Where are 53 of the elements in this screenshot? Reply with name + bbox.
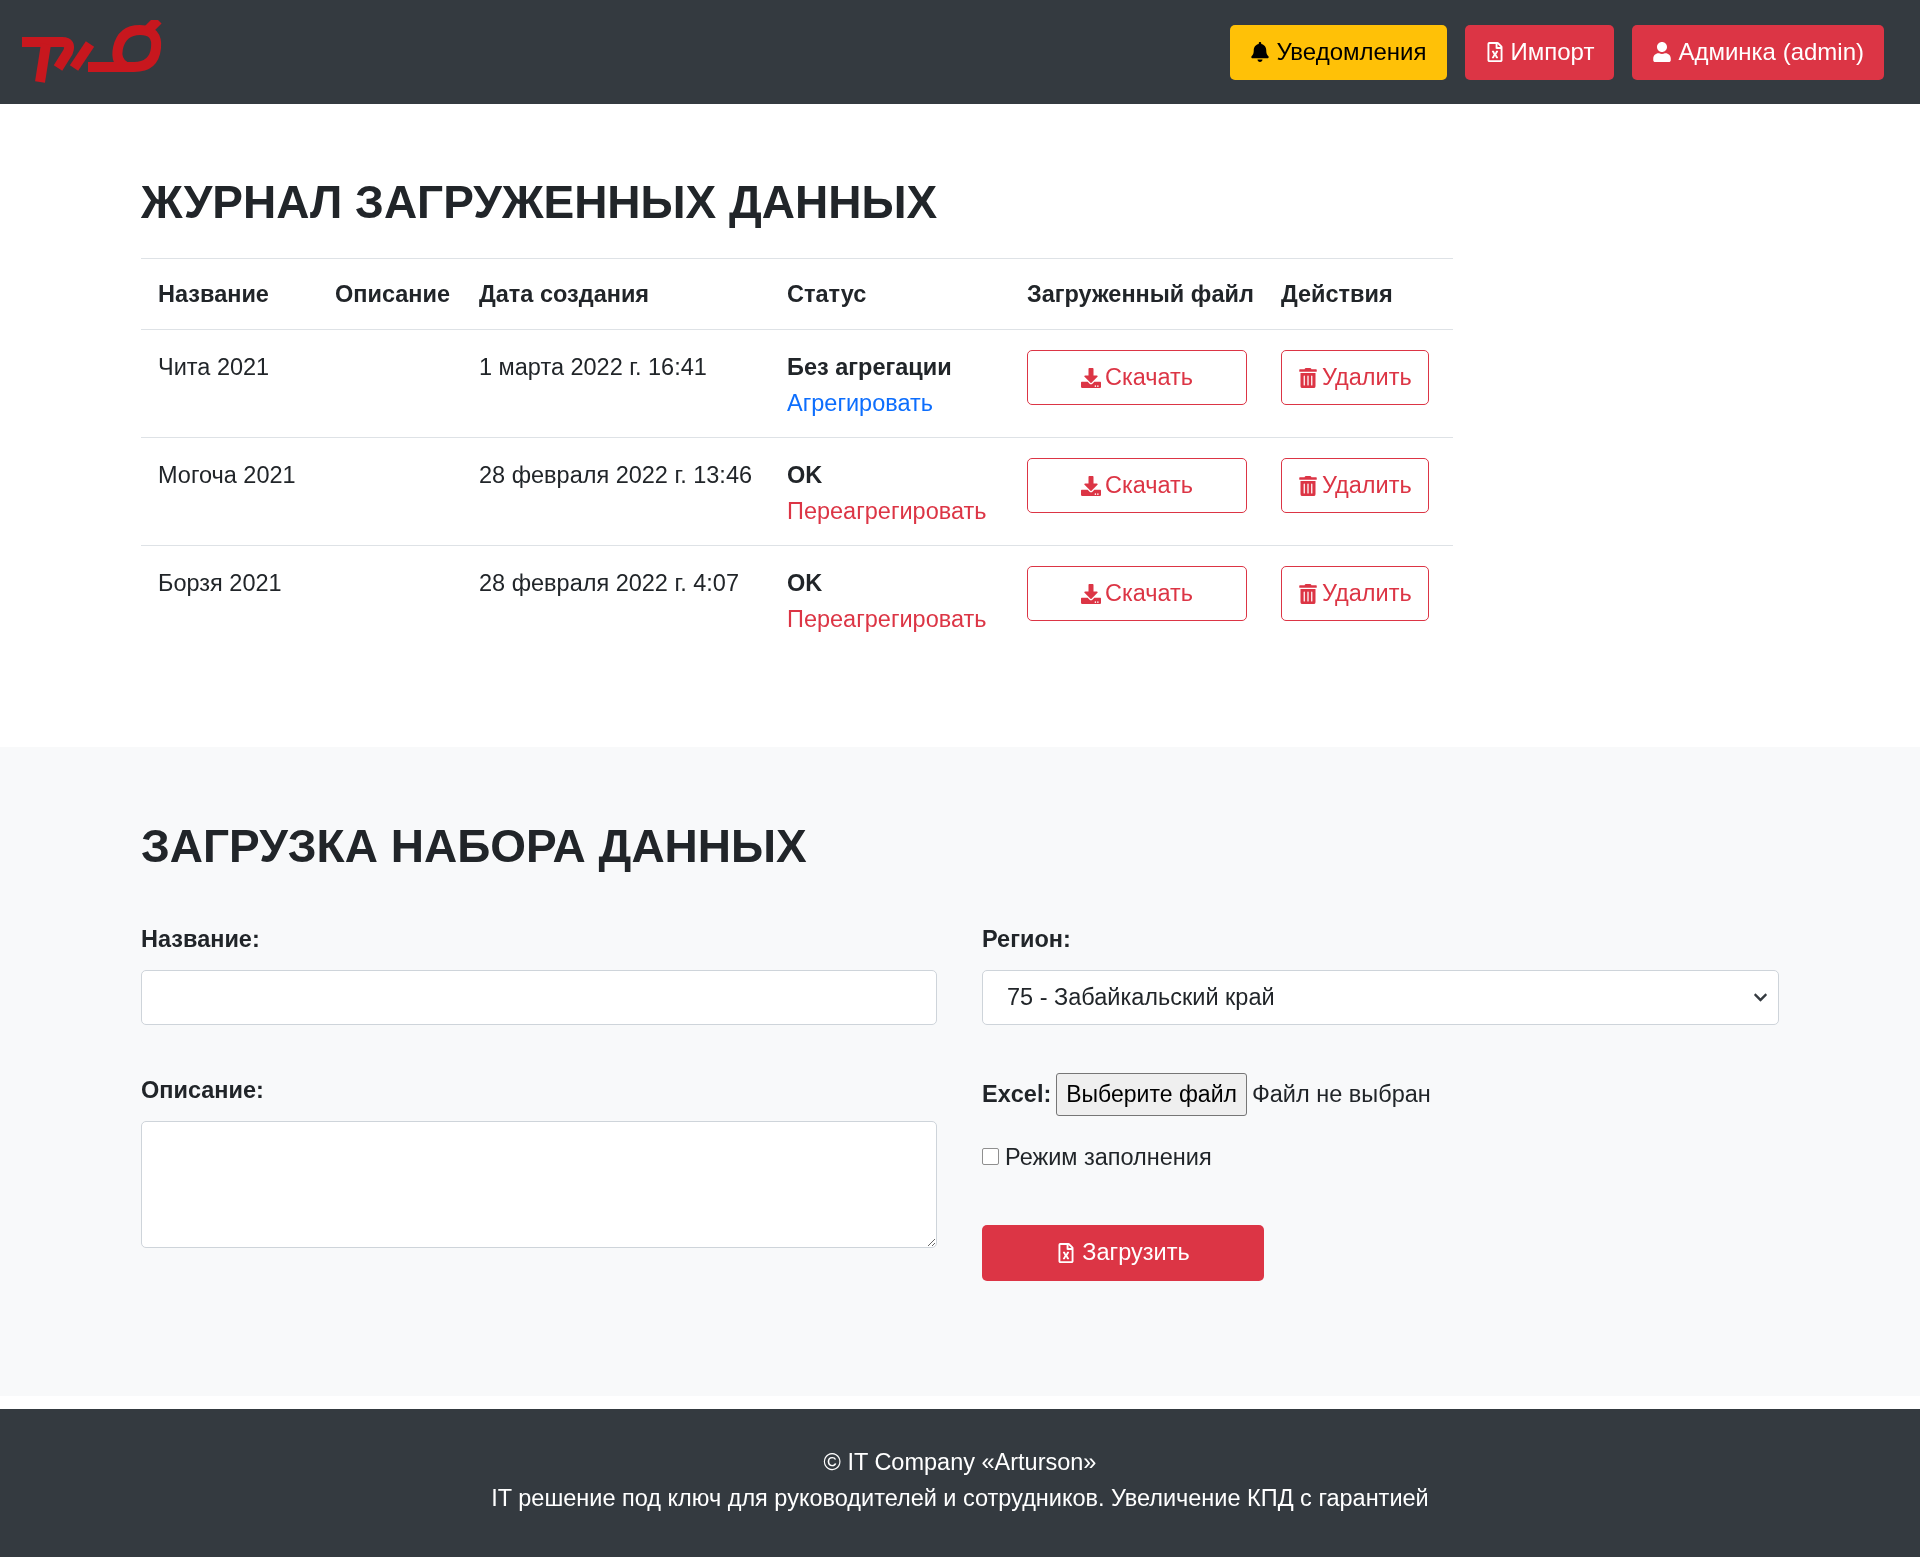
trash-icon — [1298, 583, 1318, 604]
fill-mode-checkbox[interactable] — [982, 1148, 999, 1165]
download-icon — [1080, 475, 1101, 496]
import-button[interactable]: Импорт — [1464, 24, 1615, 80]
status-text: Без агрегации — [787, 353, 953, 382]
dataset-name: Чита 2021 — [158, 353, 271, 382]
account-button[interactable]: Админка (admin) — [1632, 24, 1884, 80]
spreadsheet-file-icon — [1056, 1242, 1077, 1263]
created-date: 1 марта 2022 г. 16:41 — [479, 353, 708, 382]
field-label: Регион: — [982, 924, 1071, 954]
page-heading: ЖУРНАЛ ЗАГРУЖЕННЫХ ДАННЫХ — [141, 175, 939, 230]
bell-icon — [1250, 42, 1271, 62]
footer-text: IT решение под ключ для руководителей и сотрудников. Увеличение КПД с гарантией — [491, 1483, 1429, 1513]
status-text: OK — [787, 569, 824, 598]
column-header: Действия — [1264, 258, 1453, 330]
reaggregate-link[interactable]: Переагрегировать — [787, 601, 987, 637]
trash-icon — [1298, 367, 1318, 388]
choose-file-button[interactable]: Выберите файл — [1056, 1072, 1247, 1116]
field-label: Описание: — [141, 1075, 264, 1105]
file-status-text: Файл не выбран — [1251, 1080, 1431, 1108]
aggregate-link[interactable]: Агрегировать — [787, 385, 933, 421]
column-header: Дата создания — [462, 258, 770, 330]
column-header: Описание — [318, 258, 462, 330]
footer-text: © IT Company «Arturson» — [823, 1447, 1097, 1477]
upload-button[interactable]: Загрузить — [982, 1224, 1264, 1281]
description-input[interactable] — [141, 1120, 937, 1248]
user-icon — [1652, 42, 1673, 62]
created-date: 28 февраля 2022 г. 13:46 — [479, 461, 753, 490]
field-label: Excel: — [982, 1080, 1052, 1108]
section-heading: ЗАГРУЗКА НАБОРА ДАННЫХ — [141, 818, 808, 874]
download-button[interactable]: Скачать — [1027, 350, 1247, 405]
column-header: Название — [141, 258, 318, 330]
logo-icon — [22, 20, 165, 84]
created-date: 28 февраля 2022 г. 4:07 — [479, 569, 740, 598]
reaggregate-link[interactable]: Переагрегировать — [787, 493, 987, 529]
column-header: Статус — [770, 258, 1010, 330]
notifications-button[interactable]: Уведомления — [1230, 24, 1447, 80]
delete-button[interactable]: Удалить — [1281, 350, 1429, 405]
trash-icon — [1298, 475, 1318, 496]
status-text: OK — [787, 461, 824, 490]
column-header: Загруженный файл — [1010, 258, 1264, 330]
download-icon — [1080, 583, 1101, 604]
dataset-name: Могоча 2021 — [158, 461, 297, 490]
dataset-name: Борзя 2021 — [158, 569, 283, 598]
download-icon — [1080, 367, 1101, 388]
delete-button[interactable]: Удалить — [1281, 458, 1429, 513]
delete-button[interactable]: Удалить — [1281, 566, 1429, 621]
region-select[interactable]: 75 - Забайкальский край — [982, 969, 1779, 1025]
download-button[interactable]: Скачать — [1027, 566, 1247, 621]
checkbox-label: Режим заполнения — [1005, 1142, 1212, 1172]
field-label: Название: — [141, 924, 260, 954]
name-input[interactable] — [141, 969, 937, 1025]
download-button[interactable]: Скачать — [1027, 458, 1247, 513]
